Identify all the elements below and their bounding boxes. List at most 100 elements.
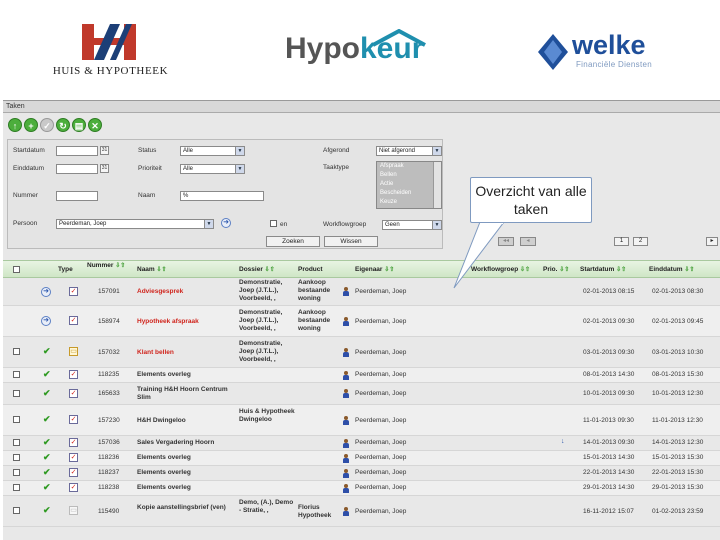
row-checkbox[interactable]	[13, 454, 20, 461]
wissen-button[interactable]: Wissen	[324, 236, 378, 247]
pager-prev-button[interactable]: ◂	[520, 237, 536, 246]
cell-nummer: 118236	[98, 454, 120, 461]
cell-naam[interactable]: Adviesgesprek	[137, 288, 183, 296]
cell-naam[interactable]: Elements overleg	[137, 484, 191, 492]
cell-naam[interactable]: H&H Dwingeloo	[137, 417, 186, 425]
header-nummer[interactable]: Nummer ⇩⇧	[87, 262, 125, 269]
huis-hypotheek-mark-icon	[82, 24, 136, 60]
roof-icon	[372, 29, 426, 47]
table-row[interactable]: ➜ ✓ 158974 Hypotheek afspraak Demonstrat…	[3, 306, 720, 337]
cell-naam[interactable]: Elements overleg	[137, 371, 191, 379]
arrow-up-icon[interactable]: ↑	[8, 118, 22, 132]
go-arrow-icon[interactable]: ➜	[221, 218, 231, 228]
cell-naam[interactable]: Elements overleg	[137, 454, 191, 462]
header-naam[interactable]: Naam ⇩⇧	[137, 266, 167, 273]
calendar-icon[interactable]: 31	[100, 164, 109, 173]
row-checkbox[interactable]	[13, 484, 20, 491]
prioriteit-select[interactable]: Alle ▼	[180, 164, 245, 174]
status-value: Alle	[183, 148, 194, 154]
row-checkbox[interactable]	[13, 390, 20, 397]
sort-icon: ⇩⇧	[684, 267, 695, 273]
table-row[interactable]: ✔ ✓ 118235 Elements overleg Peerdeman, J…	[3, 368, 720, 383]
pager-page-1[interactable]: 1	[614, 237, 629, 246]
cell-naam[interactable]: Training H&H Hoorn Centrum Slim	[137, 386, 233, 402]
person-icon	[343, 389, 349, 398]
taaktype-option[interactable]: Keuze	[377, 198, 441, 207]
listbox-scrollbar[interactable]	[433, 162, 441, 208]
chevron-down-icon: ▼	[235, 147, 244, 155]
header-einddatum[interactable]: Einddatum ⇩⇧	[649, 266, 694, 273]
add-icon[interactable]: +	[24, 118, 38, 132]
table-row[interactable]: ✔ ✓ 157230 H&H Dwingeloo Huis & Hypothee…	[3, 405, 720, 436]
en-checkbox[interactable]	[270, 220, 277, 227]
header-dossier[interactable]: Dossier ⇩⇧	[239, 266, 275, 273]
row-checkbox[interactable]	[13, 371, 20, 378]
table-row[interactable]: ✔ ✓ 165633 Training H&H Hoorn Centrum Sl…	[3, 383, 720, 405]
refresh-icon[interactable]: ↻	[56, 118, 70, 132]
naam-input[interactable]: %	[180, 191, 264, 201]
table-row[interactable]: ✔ ✓ 157036 Sales Vergadering Hoorn Peerd…	[3, 436, 720, 451]
table-row[interactable]: ✔ ✓ 118238 Elements overleg Peerdeman, J…	[3, 481, 720, 496]
priority-down-icon: ↓	[561, 438, 565, 445]
header-startdatum[interactable]: Startdatum ⇩⇧	[580, 266, 626, 273]
cell-dossier[interactable]: Demonstratie, Joep (J.T.L.), Voorbeeld, …	[239, 309, 295, 333]
pager-next-button[interactable]: ▸	[706, 237, 718, 246]
cell-naam[interactable]: Hypotheek afspraak	[137, 318, 199, 326]
workflowgroep-label: Workflowgroep	[323, 221, 367, 228]
taaktype-option[interactable]: Afspraak	[377, 162, 441, 171]
header-type[interactable]: Type	[58, 266, 73, 273]
cell-dossier[interactable]: Demonstratie, Joep (J.T.L.), Voorbeeld, …	[239, 279, 295, 303]
cell-naam[interactable]: Kopie aanstellingsbrief (ven)	[137, 504, 233, 512]
pager-page-2[interactable]: 2	[633, 237, 648, 246]
delete-icon[interactable]: ✕	[88, 118, 102, 132]
prioriteit-label: Prioriteit	[138, 165, 162, 172]
task-type-icon: ✓	[69, 438, 78, 447]
print-icon[interactable]: ▤	[72, 118, 86, 132]
select-all-checkbox[interactable]	[13, 266, 20, 273]
taaktype-option[interactable]: Actie	[377, 180, 441, 189]
taaktype-option[interactable]: Bellen	[377, 171, 441, 180]
cell-naam[interactable]: Sales Vergadering Hoorn	[137, 439, 214, 447]
sort-icon: ⇩⇧	[156, 267, 167, 273]
header-product[interactable]: Product	[298, 266, 323, 273]
task-type-icon: ✓	[69, 370, 78, 379]
calendar-icon[interactable]: 31	[100, 146, 109, 155]
table-row[interactable]: ✔ ✓ 118237 Elements overleg Peerdeman, J…	[3, 466, 720, 481]
cell-dossier[interactable]: Huis & Hypotheek Dwingeloo	[239, 408, 295, 424]
person-icon	[343, 416, 349, 425]
cell-dossier[interactable]: Demonstratie, Joep (J.T.L.), Voorbeeld, …	[239, 340, 295, 364]
callout-bubble: Overzicht van alle taken	[470, 177, 592, 223]
cell-dossier[interactable]: Demo, (A.), Demo - Stratie, ,	[239, 499, 295, 515]
cell-nummer: 158974	[98, 318, 120, 325]
workflowgroep-select[interactable]: Geen ▼	[382, 220, 442, 230]
row-checkbox[interactable]	[13, 469, 20, 476]
cell-startdatum: 15-01-2013 14:30	[583, 454, 635, 461]
cell-naam[interactable]: Elements overleg	[137, 469, 191, 477]
cell-naam[interactable]: Klant bellen	[137, 349, 174, 357]
status-select[interactable]: Alle ▼	[180, 146, 245, 156]
taaktype-option[interactable]: Bescheiden	[377, 189, 441, 198]
table-row[interactable]: ➜ ✓ 157091 Adviesgesprek Demonstratie, J…	[3, 278, 720, 306]
redo-icon[interactable]: ➜	[41, 316, 51, 326]
row-checkbox[interactable]	[13, 348, 20, 355]
table-row[interactable]: ✔ ✓ 118236 Elements overleg Peerdeman, J…	[3, 451, 720, 466]
afgerond-select[interactable]: Niet afgerond ▼	[376, 146, 442, 156]
startdatum-input[interactable]	[56, 146, 98, 156]
window-title: Taken	[3, 101, 720, 113]
row-checkbox[interactable]	[13, 507, 20, 514]
table-row[interactable]: ✔ ▭ 115490 Kopie aanstellingsbrief (ven)…	[3, 496, 720, 527]
taaktype-listbox[interactable]: Afspraak Bellen Actie Bescheiden Keuze	[376, 161, 442, 209]
check-icon[interactable]: ✓	[40, 118, 54, 132]
nummer-input[interactable]	[56, 191, 98, 201]
row-checkbox[interactable]	[13, 416, 20, 423]
cell-nummer: 118235	[98, 371, 120, 378]
redo-icon[interactable]: ➜	[41, 287, 51, 297]
zoeken-button[interactable]: Zoeken	[266, 236, 320, 247]
persoon-select[interactable]: Peerdeman, Joep ▼	[56, 219, 214, 229]
row-checkbox[interactable]	[13, 439, 20, 446]
taaktype-label: Taaktype	[323, 164, 350, 171]
table-row[interactable]: ✔ ▭ 157032 Klant bellen Demonstratie, Jo…	[3, 337, 720, 368]
einddatum-input[interactable]	[56, 164, 98, 174]
header-eigenaar[interactable]: Eigenaar ⇩⇧	[355, 266, 394, 273]
header-prio[interactable]: Prio. ⇩⇧	[543, 266, 569, 273]
